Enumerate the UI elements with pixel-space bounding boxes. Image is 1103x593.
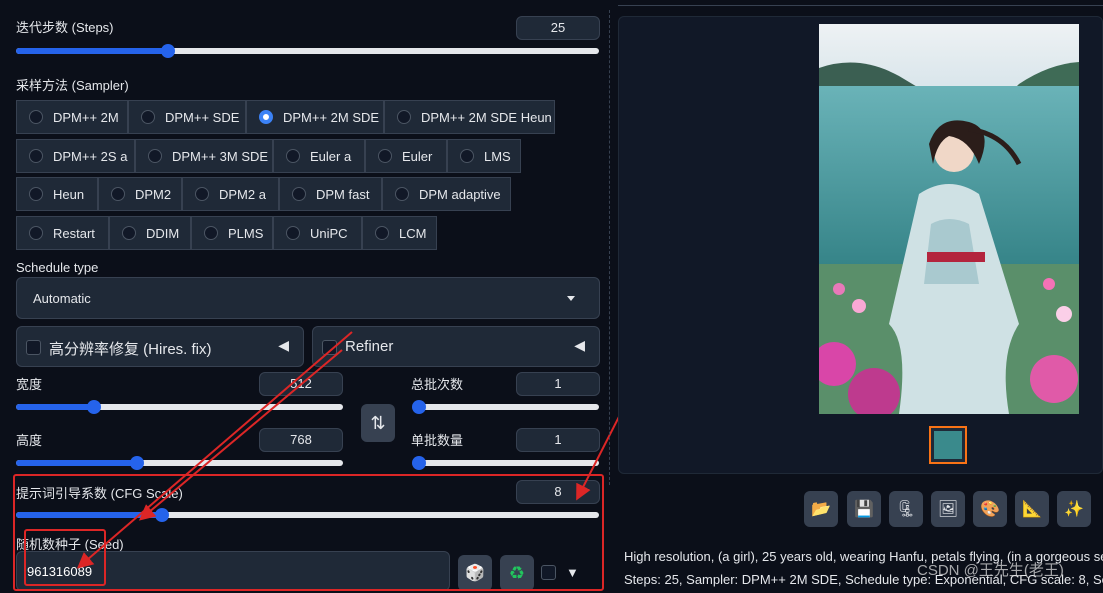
watermark: CSDN @王先生(老王) (917, 562, 1064, 579)
column-divider (609, 10, 610, 485)
annotation-arrow-to-seed (76, 331, 353, 569)
send-to-img2img-button[interactable]: 🖼 (931, 491, 965, 527)
zip-button[interactable]: 🗜 (889, 491, 923, 527)
save-icon: 💾 (854, 501, 874, 518)
generated-image-artwork (819, 24, 1079, 414)
gallery-thumbnail[interactable] (929, 426, 967, 464)
send-to-inpaint-button[interactable]: 🎨 (973, 491, 1007, 527)
generated-image[interactable] (819, 24, 1079, 414)
send-to-extras-icon: 📐 (1022, 501, 1042, 518)
zip-icon: 🗜 (895, 501, 917, 518)
send-to-extras-button[interactable]: 📐 (1015, 491, 1049, 527)
open-folder-icon: 📂 (811, 501, 831, 518)
sparkle-icon: ✨ (1064, 501, 1084, 518)
sparkle-button[interactable]: ✨ (1057, 491, 1091, 527)
send-to-img2img-icon: 🖼 (937, 501, 959, 518)
open-folder-button[interactable]: 📂 (804, 491, 838, 527)
save-button[interactable]: 💾 (847, 491, 881, 527)
send-to-inpaint-icon: 🎨 (980, 501, 1000, 518)
annotation-arrow-to-slider (138, 349, 343, 521)
